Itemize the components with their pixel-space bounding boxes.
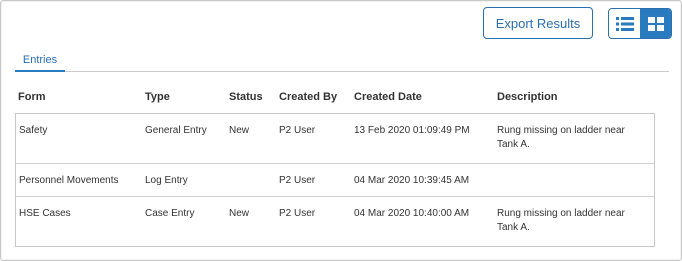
cell-form: Personnel Movements <box>19 175 119 186</box>
export-results-button[interactable]: Export Results <box>483 7 593 39</box>
cell-created-date: 13 Feb 2020 01:09:49 PM <box>354 125 470 136</box>
tab-bar: Entries <box>15 51 669 72</box>
column-header-status: Status <box>229 91 263 103</box>
cell-created-by: P2 User <box>279 208 316 219</box>
column-header-created-by: Created By <box>279 91 338 103</box>
entries-table: Safety General Entry New P2 User 13 Feb … <box>15 113 655 247</box>
grid-view-icon <box>647 16 664 31</box>
cell-type: Case Entry <box>145 208 195 219</box>
cell-type: Log Entry <box>145 175 188 186</box>
column-header-form: Form <box>18 91 46 103</box>
table-row[interactable]: HSE Cases Case Entry New P2 User 04 Mar … <box>16 197 654 247</box>
column-header-type: Type <box>145 91 170 103</box>
cell-description: Rung missing on ladder near Tank A. <box>497 208 625 233</box>
grid-view-button[interactable] <box>640 9 671 38</box>
table-row[interactable]: Personnel Movements Log Entry P2 User 04… <box>16 164 654 197</box>
column-header-description: Description <box>497 91 558 103</box>
cell-status: New <box>229 208 250 219</box>
results-panel: Export Results Entries Form Type Status … <box>0 0 682 261</box>
list-view-button[interactable] <box>609 9 640 38</box>
view-toggle <box>608 8 672 39</box>
cell-created-date: 04 Mar 2020 10:39:45 AM <box>354 175 470 186</box>
tab-entries[interactable]: Entries <box>15 51 65 72</box>
cell-created-by: P2 User <box>279 175 316 186</box>
list-view-icon <box>615 16 634 31</box>
cell-status: New <box>229 125 250 136</box>
cell-created-by: P2 User <box>279 125 316 136</box>
cell-created-date: 04 Mar 2020 10:40:00 AM <box>354 208 470 219</box>
cell-type: General Entry <box>145 125 207 136</box>
cell-description: Rung missing on ladder near Tank A. <box>497 125 625 150</box>
cell-description <box>497 164 647 174</box>
table-header: Form Type Status Created By Created Date… <box>17 91 657 107</box>
table-row[interactable]: Safety General Entry New P2 User 13 Feb … <box>16 114 654 164</box>
cell-form: HSE Cases <box>19 208 71 219</box>
column-header-created-date: Created Date <box>354 91 422 103</box>
cell-form: Safety <box>19 125 48 136</box>
